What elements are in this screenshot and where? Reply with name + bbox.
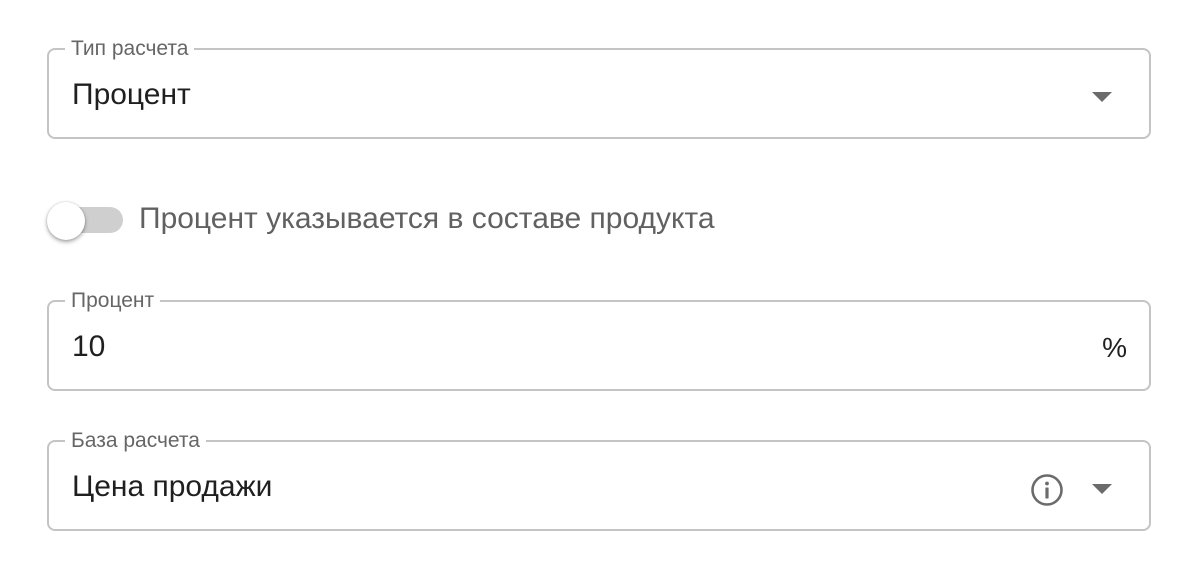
calc-type-select[interactable]: Тип расчета Процент [47,37,1151,139]
percent-label: Процент [65,289,161,313]
chevron-down-icon[interactable] [1092,484,1112,494]
calc-type-value: Процент [72,78,191,111]
chevron-down-icon[interactable] [1092,92,1112,102]
product-percent-toggle-label: Процент указывается в составе продукта [139,202,715,235]
percent-input-value[interactable]: 10 [72,329,105,365]
percent-field[interactable]: Процент 10 % [47,289,1151,391]
calc-base-value: Цена продажи [72,470,273,503]
product-percent-toggle-row[interactable]: Процент указывается в составе продукта [47,190,947,250]
switch-thumb[interactable] [47,202,85,240]
percent-suffix: % [1102,332,1127,363]
info-icon[interactable] [1030,473,1064,507]
calc-base-select[interactable]: База расчета Цена продажи [47,429,1151,531]
calc-type-label: Тип расчета [65,37,195,61]
calc-base-label: База расчета [65,429,206,453]
